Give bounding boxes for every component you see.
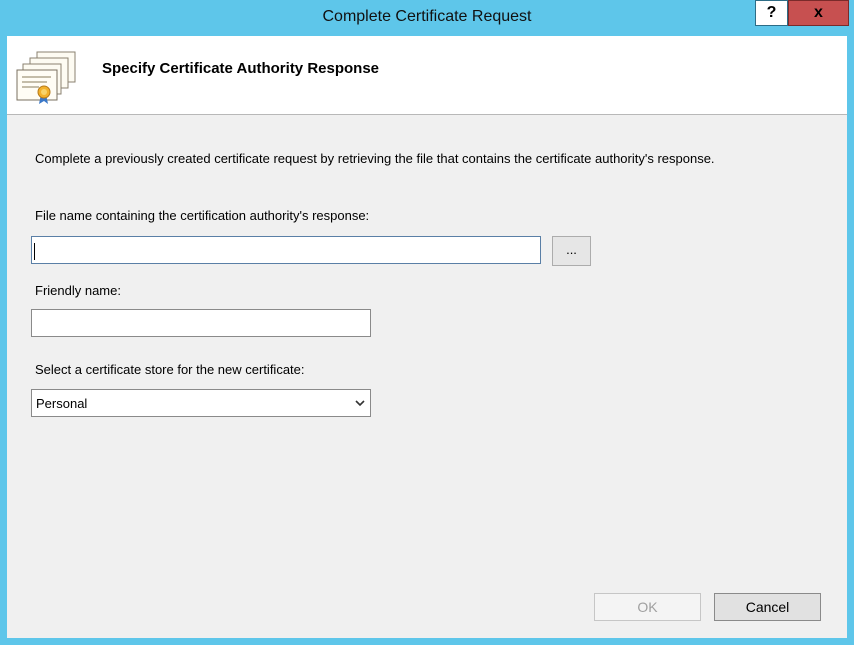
window-title: Complete Certificate Request: [322, 8, 532, 25]
certificate-store-label: Select a certificate store for the new c…: [35, 362, 305, 377]
ok-button[interactable]: OK: [594, 593, 701, 621]
wizard-header: Specify Certificate Authority Response: [7, 36, 847, 115]
browse-button[interactable]: ...: [552, 236, 591, 266]
friendly-name-input[interactable]: [31, 309, 371, 337]
cancel-button[interactable]: Cancel: [714, 593, 821, 621]
certificate-icon: [16, 51, 76, 104]
certificate-store-select[interactable]: Personal: [31, 389, 371, 417]
text-caret: [34, 243, 35, 260]
certificate-store-value: Personal: [36, 396, 88, 411]
file-name-label: File name containing the certification a…: [35, 208, 370, 223]
file-name-input[interactable]: [31, 236, 541, 264]
dialog-window: Complete Certificate Request ? x Specify…: [0, 0, 854, 645]
friendly-name-label: Friendly name:: [35, 283, 121, 298]
chevron-down-icon: [355, 400, 365, 407]
dialog-body: Specify Certificate Authority Response C…: [7, 36, 847, 638]
description-text: Complete a previously created certificat…: [35, 151, 715, 166]
page-title: Specify Certificate Authority Response: [102, 60, 380, 77]
help-button[interactable]: ?: [755, 0, 788, 26]
title-bar[interactable]: Complete Certificate Request ? x: [0, 0, 854, 36]
close-button[interactable]: x: [788, 0, 849, 26]
